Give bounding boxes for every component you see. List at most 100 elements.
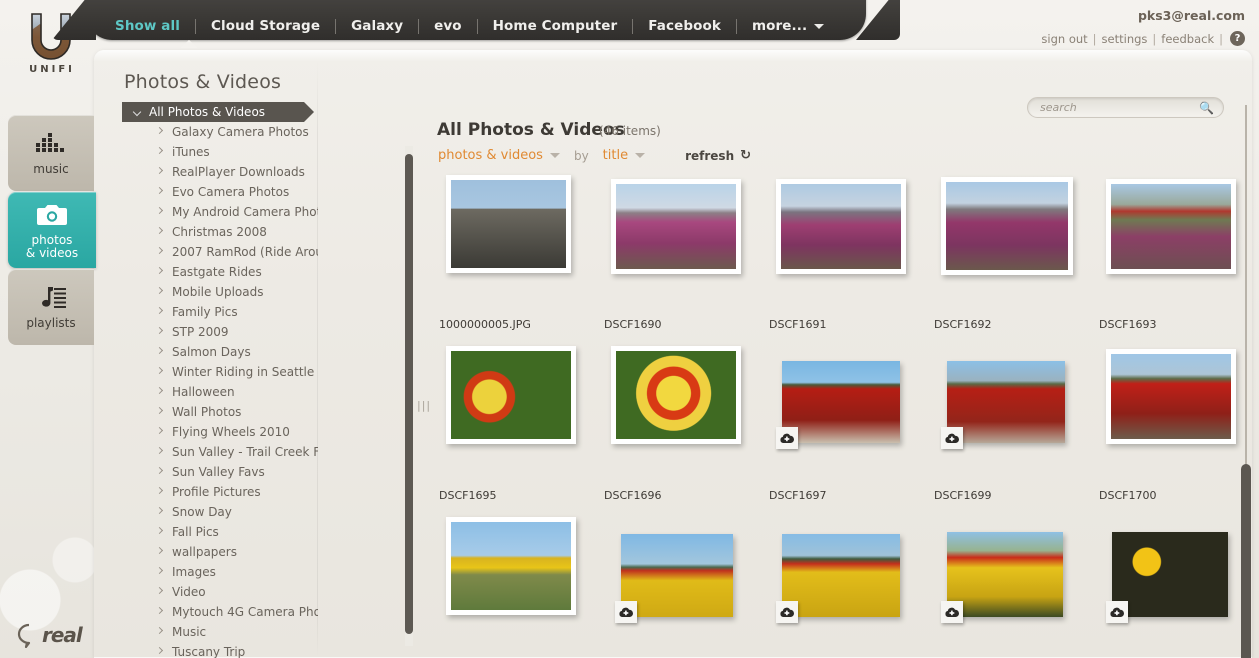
sidebar-item-images[interactable]: Images — [122, 562, 318, 582]
sidebar-item-label: Tuscany Trip — [172, 645, 246, 658]
sidebar-item-snow-day[interactable]: Snow Day — [122, 502, 318, 522]
photo-cell: DSCF1692 — [933, 175, 1098, 346]
sign-out-link[interactable]: sign out — [1041, 32, 1087, 46]
cloud-upload-icon[interactable] — [1106, 601, 1128, 623]
sort-dropdown[interactable]: title — [603, 148, 646, 163]
sidebar-item-all-photos-videos[interactable]: All Photos & Videos — [122, 102, 314, 122]
nav-item-facebook[interactable]: Facebook — [633, 18, 736, 34]
cloud-upload-icon[interactable] — [941, 427, 963, 449]
feedback-link[interactable]: feedback — [1161, 32, 1214, 46]
sidebar-item-sun-valley-trail-creek-f[interactable]: Sun Valley - Trail Creek F — [122, 442, 318, 462]
photo-image[interactable] — [947, 532, 1063, 617]
photo-cell: DSCF1690 — [603, 175, 768, 346]
sidebar: Photos & Videos All Photos & Videos Gala… — [94, 50, 430, 658]
nav-item-galaxy[interactable]: Galaxy — [336, 18, 418, 34]
photo-thumbnail-dscf1700[interactable] — [1106, 349, 1236, 444]
photo-image[interactable] — [782, 361, 900, 443]
cloud-upload-glyph — [1110, 607, 1125, 617]
main-panel: Photos & Videos All Photos & Videos Gala… — [94, 50, 1252, 658]
photo-image[interactable] — [782, 534, 900, 617]
photo-thumbnail-dscf1697[interactable] — [776, 361, 900, 449]
photo-thumbnail-dscf1705[interactable] — [1106, 532, 1228, 623]
sidebar-item-winter-riding-in-seattle[interactable]: Winter Riding in Seattle — [122, 362, 318, 382]
filter-type-dropdown[interactable]: photos & videos — [438, 148, 560, 163]
rail-tab-playlists[interactable]: playlists — [8, 269, 94, 345]
settings-link[interactable]: settings — [1102, 32, 1148, 46]
rail-tab-photos-videos[interactable]: photos & videos — [8, 192, 96, 268]
sidebar-item-music[interactable]: Music — [122, 622, 318, 642]
sidebar-item-label: Video — [172, 585, 206, 599]
sidebar-item-stp-2009[interactable]: STP 2009 — [122, 322, 318, 342]
search-box[interactable]: 🔍 — [1027, 97, 1224, 118]
photo-thumbnail-dscf1693[interactable] — [1106, 179, 1236, 274]
sidebar-item-salmon-days[interactable]: Salmon Days — [122, 342, 318, 362]
nav-item-more[interactable]: more... — [737, 18, 839, 34]
sidebar-item-label: Christmas 2008 — [172, 225, 267, 239]
rail-tab-playlists-label: playlists — [26, 316, 76, 330]
sidebar-item-my-android-camera-photo[interactable]: My Android Camera Photo — [122, 202, 318, 222]
photo-image[interactable] — [621, 534, 733, 617]
photo-image[interactable] — [611, 179, 741, 274]
nav-item-evo[interactable]: evo — [419, 18, 477, 34]
help-icon[interactable]: ? — [1230, 31, 1245, 46]
photo-image[interactable] — [776, 179, 906, 274]
cloud-upload-icon[interactable] — [615, 601, 637, 623]
photo-thumbnail-dscf1691[interactable] — [776, 179, 906, 274]
photo-thumbnail-dscf1703[interactable] — [776, 534, 900, 623]
photo-image[interactable] — [1106, 179, 1236, 274]
photo-thumbnail-dscf1690[interactable] — [611, 179, 741, 274]
photo-image[interactable] — [446, 175, 571, 273]
photo-thumbnail-dscf1692[interactable] — [941, 177, 1073, 275]
rail-tab-music[interactable]: music — [8, 115, 94, 191]
cloud-upload-icon[interactable] — [941, 601, 963, 623]
photo-thumbnail-dscf1702[interactable] — [615, 534, 733, 623]
sidebar-item-mytouch-4g-camera-pho[interactable]: Mytouch 4G Camera Pho — [122, 602, 318, 622]
sidebar-item-mobile-uploads[interactable]: Mobile Uploads — [122, 282, 318, 302]
nav-item-show-all[interactable]: Show all — [100, 18, 195, 34]
photo-thumbnail-dscf1701[interactable] — [446, 517, 576, 615]
sidebar-item-label: Mytouch 4G Camera Pho — [172, 605, 318, 619]
photo-thumbnail-dscf1695[interactable] — [446, 346, 576, 444]
cloud-upload-glyph — [945, 433, 960, 443]
sidebar-root-label: All Photos & Videos — [149, 105, 266, 119]
search-input[interactable] — [1028, 101, 1200, 114]
sidebar-item-2007-ramrod-ride-arou[interactable]: 2007 RamRod (Ride Arou — [122, 242, 318, 262]
sidebar-item-family-pics[interactable]: Family Pics — [122, 302, 318, 322]
sidebar-item-label: Halloween — [172, 385, 235, 399]
photo-thumbnail-dscf1699[interactable] — [941, 361, 1065, 449]
photo-image[interactable] — [947, 361, 1065, 443]
sidebar-item-sun-valley-favs[interactable]: Sun Valley Favs — [122, 462, 318, 482]
sidebar-item-evo-camera-photos[interactable]: Evo Camera Photos — [122, 182, 318, 202]
sidebar-item-tuscany-trip[interactable]: Tuscany Trip — [122, 642, 318, 658]
nav-item-home-computer[interactable]: Home Computer — [478, 18, 633, 34]
sidebar-item-wall-photos[interactable]: Wall Photos — [122, 402, 318, 422]
sidebar-item-flying-wheels-2010[interactable]: Flying Wheels 2010 — [122, 422, 318, 442]
chevron-down-icon — [549, 153, 560, 158]
main-scrollbar-thumb[interactable] — [1241, 464, 1251, 658]
sidebar-item-eastgate-rides[interactable]: Eastgate Rides — [122, 262, 318, 282]
photo-image[interactable] — [941, 177, 1073, 275]
photo-thumbnail-dscf1704[interactable] — [941, 532, 1063, 623]
sidebar-item-video[interactable]: Video — [122, 582, 318, 602]
sidebar-item-fall-pics[interactable]: Fall Pics — [122, 522, 318, 542]
photo-thumbnail-1000000005-jpg[interactable] — [446, 175, 571, 273]
photo-image[interactable] — [446, 346, 576, 444]
photo-image[interactable] — [446, 517, 576, 615]
sidebar-item-galaxy-camera-photos[interactable]: Galaxy Camera Photos — [122, 122, 318, 142]
sidebar-item-realplayer-downloads[interactable]: RealPlayer Downloads — [122, 162, 318, 182]
sidebar-item-wallpapers[interactable]: wallpapers — [122, 542, 318, 562]
photo-image[interactable] — [1112, 532, 1228, 617]
sidebar-item-christmas-2008[interactable]: Christmas 2008 — [122, 222, 318, 242]
sidebar-item-itunes[interactable]: iTunes — [122, 142, 318, 162]
photo-thumbnail-dscf1696[interactable] — [611, 346, 741, 444]
nav-item-cloud-storage[interactable]: Cloud Storage — [196, 18, 335, 34]
cloud-upload-icon[interactable] — [776, 601, 798, 623]
cloud-upload-icon[interactable] — [776, 427, 798, 449]
chevron-right-icon — [155, 306, 164, 315]
sidebar-item-profile-pictures[interactable]: Profile Pictures — [122, 482, 318, 502]
photo-image[interactable] — [611, 346, 741, 444]
search-icon[interactable]: 🔍 — [1199, 101, 1214, 115]
photo-image[interactable] — [1106, 349, 1236, 444]
sidebar-item-halloween[interactable]: Halloween — [122, 382, 318, 402]
refresh-button[interactable]: refresh ↻ — [685, 148, 751, 163]
